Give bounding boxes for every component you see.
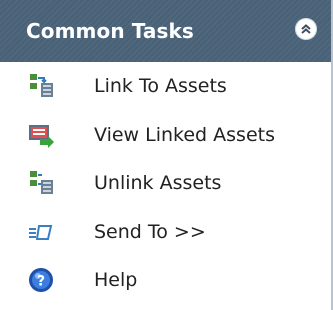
help-icon: ? [24,263,58,297]
send-to-icon [24,215,58,249]
chevron-double-up-icon [301,24,311,34]
task-label: Unlink Assets [94,172,222,195]
common-tasks-panel: Common Tasks Link To Assets View Linked … [0,0,333,310]
task-help[interactable]: ? Help [0,256,331,305]
svg-text:?: ? [37,274,45,290]
task-link-to-assets[interactable]: Link To Assets [0,62,331,111]
task-list: Link To Assets View Linked Assets Unlink… [0,62,331,305]
view-linked-assets-icon [24,118,58,152]
task-label: Send To >> [94,220,206,243]
unlink-assets-icon [24,166,58,200]
task-unlink-assets[interactable]: Unlink Assets [0,159,331,208]
panel-header: Common Tasks [0,0,331,62]
task-label: Help [94,269,138,292]
link-assets-icon [24,69,58,103]
task-send-to[interactable]: Send To >> [0,208,331,257]
task-view-linked-assets[interactable]: View Linked Assets [0,111,331,160]
task-label: View Linked Assets [94,123,275,146]
panel-title: Common Tasks [26,19,194,43]
task-label: Link To Assets [94,75,227,98]
collapse-button[interactable] [295,18,317,40]
